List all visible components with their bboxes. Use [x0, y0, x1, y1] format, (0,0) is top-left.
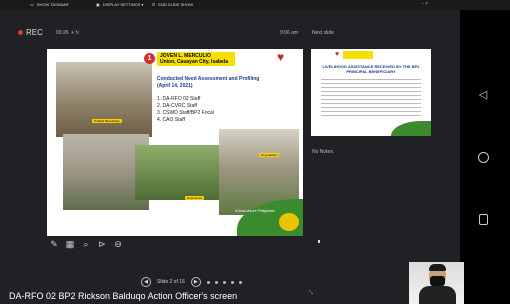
- pause-icon[interactable]: ⏸ ↻: [70, 30, 79, 36]
- face-mask: [430, 276, 445, 286]
- slide-dot: [230, 280, 234, 284]
- elapsed-timer: 00:26 ⏸ ↻: [56, 30, 79, 36]
- list-item: 4. CAO Staff: [157, 117, 185, 123]
- more-icon[interactable]: ⊖: [113, 239, 123, 249]
- end-show-icon: ⊡: [152, 2, 156, 7]
- next-slide-thumbnail[interactable]: ♥ LIVELIHOOD ASSISTANCE RECEIVED BY THE …: [311, 49, 431, 136]
- screen-share-caption: DA-RFO 02 BP2 Rickson Balduqo Action Off…: [9, 291, 238, 301]
- slide-heading: Conducted Need Assessment and Profiling …: [157, 76, 267, 90]
- heart-logo-icon: ♥: [277, 50, 285, 64]
- mouse-cursor: [318, 240, 320, 243]
- list-item: 1. DA-RFO 02 Staff: [157, 96, 201, 102]
- participant-hair: [429, 264, 446, 271]
- show-taskbar-button[interactable]: ▭ SHOW TASKBAR: [30, 2, 69, 7]
- thumbnail-banner: [343, 51, 373, 59]
- display-settings-label: DISPLAY SETTINGS ▾: [102, 2, 144, 7]
- list-item: 2. DA-CVRC Staff: [157, 103, 197, 109]
- display-icon: ▣: [96, 2, 100, 7]
- slide-dot: [238, 280, 242, 284]
- slide-number-badge: 1: [144, 53, 155, 64]
- table-row: [321, 112, 421, 116]
- previous-slide-button[interactable]: ◀: [141, 277, 151, 287]
- beneficiary-banner: JOVEN L. MERCULIO Union, Cauayan City, I…: [157, 52, 235, 66]
- back-icon[interactable]: ◁: [477, 89, 489, 101]
- all-slides-icon[interactable]: ▦: [65, 239, 75, 249]
- next-slide-button[interactable]: ▶: [190, 277, 201, 287]
- home-icon[interactable]: [478, 152, 489, 163]
- slide-navigation: ◀ Slide 2 of 16 ▶: [141, 277, 242, 287]
- end-slide-show-label: END SLIDE SHOW: [158, 2, 194, 7]
- thumbnail-table: [321, 76, 421, 116]
- hog-house-photo: [135, 145, 225, 200]
- list-item: 3. CSWD Staff/BP2 Focal: [157, 110, 214, 116]
- timer-value: 00:26: [56, 30, 69, 36]
- expand-icon[interactable]: ⤡: [309, 290, 313, 296]
- speaker-notes: No Notes.: [312, 149, 335, 155]
- android-navigation-bar: ◁: [460, 10, 510, 304]
- participant-body: [419, 286, 456, 304]
- end-slide-show-button[interactable]: ⊡ END SLIDE SHOW: [152, 2, 193, 7]
- heart-logo-icon: ♥: [335, 51, 340, 58]
- zoom-icon[interactable]: ⌕: [81, 239, 91, 249]
- photo-tag: Profiled Beneficiary: [92, 119, 122, 123]
- next-slide-title: LIVELIHOOD ASSISTANCE RECEIVED BY THE BP…: [322, 64, 420, 74]
- presenter-toolbar: ▭ SHOW TASKBAR ▣ DISPLAY SETTINGS ▾ ⊡ EN…: [0, 0, 510, 10]
- recent-apps-icon[interactable]: [479, 214, 488, 225]
- beneficiary-location: Union, Cauayan City, Isabela: [160, 59, 228, 65]
- recording-indicator: REC: [18, 28, 43, 37]
- presenter-tools: ✎ ▦ ⌕ ⊳ ⊖: [49, 239, 123, 249]
- heading-line-2: (April 14, 2021): [157, 83, 193, 89]
- photo-tag: Hog House: [185, 196, 205, 200]
- slide-dot: [206, 280, 210, 284]
- participant-video-tile[interactable]: [409, 262, 464, 304]
- rec-label: REC: [26, 28, 43, 37]
- display-settings-button[interactable]: ▣ DISPLAY SETTINGS ▾: [96, 2, 144, 7]
- photo-tag: Hog Garden: [259, 153, 280, 157]
- window-controls[interactable]: - ×: [422, 1, 428, 7]
- slogan-text: A food-secure Philippines: [235, 209, 275, 213]
- green-leaf-decoration: [391, 121, 431, 136]
- show-taskbar-label: SHOW TASKBAR: [36, 2, 69, 7]
- status-row: REC 00:26 ⏸ ↻ 9:06 am Next slide: [18, 27, 418, 39]
- slide-dot: [214, 280, 218, 284]
- seal-logo: [279, 213, 299, 231]
- slide-dot: [222, 280, 226, 284]
- pointer-icon[interactable]: ⊳: [97, 239, 107, 249]
- slide-counter: Slide 2 of 16: [157, 279, 185, 285]
- record-dot-icon: [18, 30, 23, 35]
- next-slide-label: Next slide: [312, 30, 334, 36]
- current-time: 9:06 am: [280, 30, 299, 36]
- taskbar-icon: ▭: [30, 2, 34, 7]
- beneficiary-photo: [56, 62, 152, 137]
- pen-icon[interactable]: ✎: [49, 239, 59, 249]
- staff-list: 1. DA-RFO 02 Staff 2. DA-CVRC Staff 3. C…: [157, 96, 247, 124]
- heading-line-1: Conducted Need Assessment and Profiling: [157, 76, 260, 82]
- current-slide[interactable]: 1 JOVEN L. MERCULIO Union, Cauayan City,…: [47, 49, 303, 236]
- slide-dots: [206, 280, 242, 284]
